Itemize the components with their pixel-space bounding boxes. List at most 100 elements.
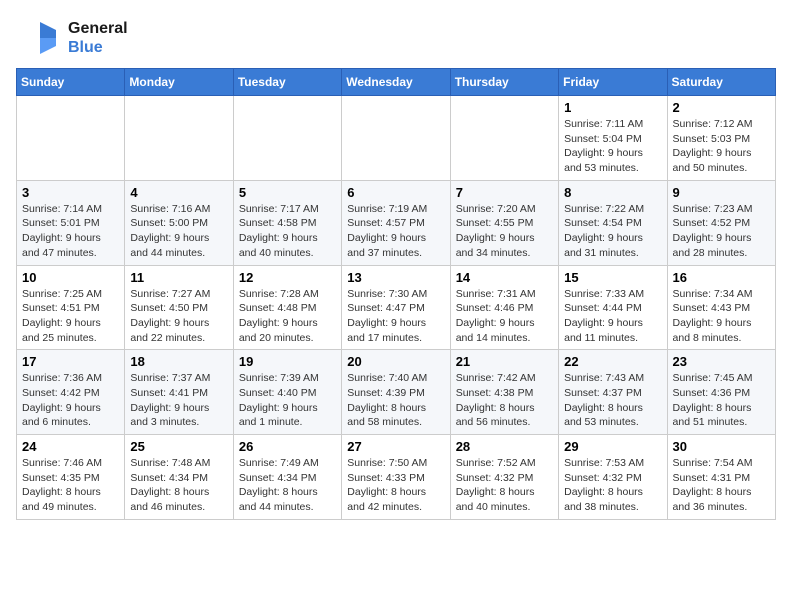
day-info: Sunrise: 7:50 AM Sunset: 4:33 PM Dayligh… [347,456,444,515]
day-cell: 4 Sunrise: 7:16 AM Sunset: 5:00 PM Daylig… [125,180,233,265]
day-info: Sunrise: 7:19 AM Sunset: 4:57 PM Dayligh… [347,202,444,261]
day-cell: 7 Sunrise: 7:20 AM Sunset: 4:55 PM Daylig… [450,180,558,265]
day-number: 26 [239,439,336,454]
day-cell: 6 Sunrise: 7:19 AM Sunset: 4:57 PM Daylig… [342,180,450,265]
day-info: Sunrise: 7:36 AM Sunset: 4:42 PM Dayligh… [22,371,119,430]
day-number: 8 [564,185,661,200]
day-info: Sunrise: 7:40 AM Sunset: 4:39 PM Dayligh… [347,371,444,430]
day-cell: 17 Sunrise: 7:36 AM Sunset: 4:42 PM Dayli… [17,350,125,435]
day-header-thursday: Thursday [450,69,558,96]
day-cell: 1 Sunrise: 7:11 AM Sunset: 5:04 PM Daylig… [559,96,667,181]
day-info: Sunrise: 7:42 AM Sunset: 4:38 PM Dayligh… [456,371,553,430]
day-cell: 19 Sunrise: 7:39 AM Sunset: 4:40 PM Dayli… [233,350,341,435]
day-cell: 15 Sunrise: 7:33 AM Sunset: 4:44 PM Dayli… [559,265,667,350]
week-row-1: 1 Sunrise: 7:11 AM Sunset: 5:04 PM Daylig… [17,96,776,181]
day-number: 6 [347,185,444,200]
day-info: Sunrise: 7:53 AM Sunset: 4:32 PM Dayligh… [564,456,661,515]
day-cell: 21 Sunrise: 7:42 AM Sunset: 4:38 PM Dayli… [450,350,558,435]
calendar: SundayMondayTuesdayWednesdayThursdayFrid… [16,68,776,520]
week-row-5: 24 Sunrise: 7:46 AM Sunset: 4:35 PM Dayli… [17,435,776,520]
day-header-wednesday: Wednesday [342,69,450,96]
day-info: Sunrise: 7:17 AM Sunset: 4:58 PM Dayligh… [239,202,336,261]
day-number: 4 [130,185,227,200]
day-info: Sunrise: 7:48 AM Sunset: 4:34 PM Dayligh… [130,456,227,515]
day-cell: 27 Sunrise: 7:50 AM Sunset: 4:33 PM Dayli… [342,435,450,520]
day-number: 27 [347,439,444,454]
day-info: Sunrise: 7:54 AM Sunset: 4:31 PM Dayligh… [673,456,770,515]
day-number: 15 [564,270,661,285]
day-header-monday: Monday [125,69,233,96]
day-cell: 9Sunrise: 7:23 AM Sunset: 4:52 PM Daylig… [667,180,775,265]
day-cell: 23Sunrise: 7:45 AM Sunset: 4:36 PM Dayli… [667,350,775,435]
day-number: 16 [673,270,770,285]
day-cell: 30 Sunrise: 7:54 AM Sunset: 4:31 PM Dayli… [667,435,775,520]
week-row-4: 17 Sunrise: 7:36 AM Sunset: 4:42 PM Dayli… [17,350,776,435]
day-number: 12 [239,270,336,285]
day-info: Sunrise: 7:49 AM Sunset: 4:34 PM Dayligh… [239,456,336,515]
day-info: Sunrise: 7:20 AM Sunset: 4:55 PM Dayligh… [456,202,553,261]
logo-svg [16,16,60,60]
day-number: 2 [673,100,770,115]
day-info: Sunrise: 7:27 AM Sunset: 4:50 PM Dayligh… [130,287,227,346]
day-number: 22 [564,354,661,369]
header: GeneralBlue [16,16,776,60]
day-cell: 14Sunrise: 7:31 AM Sunset: 4:46 PM Dayli… [450,265,558,350]
day-cell: 28 Sunrise: 7:52 AM Sunset: 4:32 PM Dayli… [450,435,558,520]
day-cell: 26 Sunrise: 7:49 AM Sunset: 4:34 PM Dayli… [233,435,341,520]
day-number: 5 [239,185,336,200]
day-info: Sunrise: 7:34 AM Sunset: 4:43 PM Dayligh… [673,287,770,346]
day-cell: 11 Sunrise: 7:27 AM Sunset: 4:50 PM Dayli… [125,265,233,350]
day-info: Sunrise: 7:12 AM Sunset: 5:03 PM Dayligh… [673,117,770,176]
day-info: Sunrise: 7:22 AM Sunset: 4:54 PM Dayligh… [564,202,661,261]
week-row-3: 10Sunrise: 7:25 AM Sunset: 4:51 PM Dayli… [17,265,776,350]
day-info: Sunrise: 7:43 AM Sunset: 4:37 PM Dayligh… [564,371,661,430]
day-info: Sunrise: 7:39 AM Sunset: 4:40 PM Dayligh… [239,371,336,430]
day-number: 30 [673,439,770,454]
day-info: Sunrise: 7:33 AM Sunset: 4:44 PM Dayligh… [564,287,661,346]
day-cell: 24 Sunrise: 7:46 AM Sunset: 4:35 PM Dayli… [17,435,125,520]
day-header-sunday: Sunday [17,69,125,96]
day-cell: 10Sunrise: 7:25 AM Sunset: 4:51 PM Dayli… [17,265,125,350]
day-number: 7 [456,185,553,200]
day-cell: 22 Sunrise: 7:43 AM Sunset: 4:37 PM Dayli… [559,350,667,435]
logo-general: General [68,19,128,38]
day-number: 1 [564,100,661,115]
day-info: Sunrise: 7:25 AM Sunset: 4:51 PM Dayligh… [22,287,119,346]
day-cell: 3 Sunrise: 7:14 AM Sunset: 5:01 PM Daylig… [17,180,125,265]
day-cell: 13Sunrise: 7:30 AM Sunset: 4:47 PM Dayli… [342,265,450,350]
day-info: Sunrise: 7:14 AM Sunset: 5:01 PM Dayligh… [22,202,119,261]
day-cell [233,96,341,181]
day-header-tuesday: Tuesday [233,69,341,96]
day-cell: 2 Sunrise: 7:12 AM Sunset: 5:03 PM Daylig… [667,96,775,181]
day-info: Sunrise: 7:28 AM Sunset: 4:48 PM Dayligh… [239,287,336,346]
day-number: 13 [347,270,444,285]
day-number: 11 [130,270,227,285]
day-cell [450,96,558,181]
day-number: 14 [456,270,553,285]
logo-blue: Blue [68,38,128,57]
day-cell: 16 Sunrise: 7:34 AM Sunset: 4:43 PM Dayli… [667,265,775,350]
day-info: Sunrise: 7:46 AM Sunset: 4:35 PM Dayligh… [22,456,119,515]
day-number: 25 [130,439,227,454]
day-cell [125,96,233,181]
day-info: Sunrise: 7:11 AM Sunset: 5:04 PM Dayligh… [564,117,661,176]
day-number: 21 [456,354,553,369]
day-number: 24 [22,439,119,454]
day-cell [342,96,450,181]
day-number: 9 [673,185,770,200]
day-number: 28 [456,439,553,454]
day-cell: 12 Sunrise: 7:28 AM Sunset: 4:48 PM Dayli… [233,265,341,350]
day-cell: 18Sunrise: 7:37 AM Sunset: 4:41 PM Dayli… [125,350,233,435]
logo: GeneralBlue [16,16,128,60]
day-cell: 29Sunrise: 7:53 AM Sunset: 4:32 PM Dayli… [559,435,667,520]
day-number: 3 [22,185,119,200]
day-info: Sunrise: 7:16 AM Sunset: 5:00 PM Dayligh… [130,202,227,261]
day-info: Sunrise: 7:52 AM Sunset: 4:32 PM Dayligh… [456,456,553,515]
day-cell: 8 Sunrise: 7:22 AM Sunset: 4:54 PM Daylig… [559,180,667,265]
day-cell [17,96,125,181]
day-number: 18 [130,354,227,369]
day-header-saturday: Saturday [667,69,775,96]
day-number: 17 [22,354,119,369]
day-cell: 25 Sunrise: 7:48 AM Sunset: 4:34 PM Dayli… [125,435,233,520]
day-number: 19 [239,354,336,369]
